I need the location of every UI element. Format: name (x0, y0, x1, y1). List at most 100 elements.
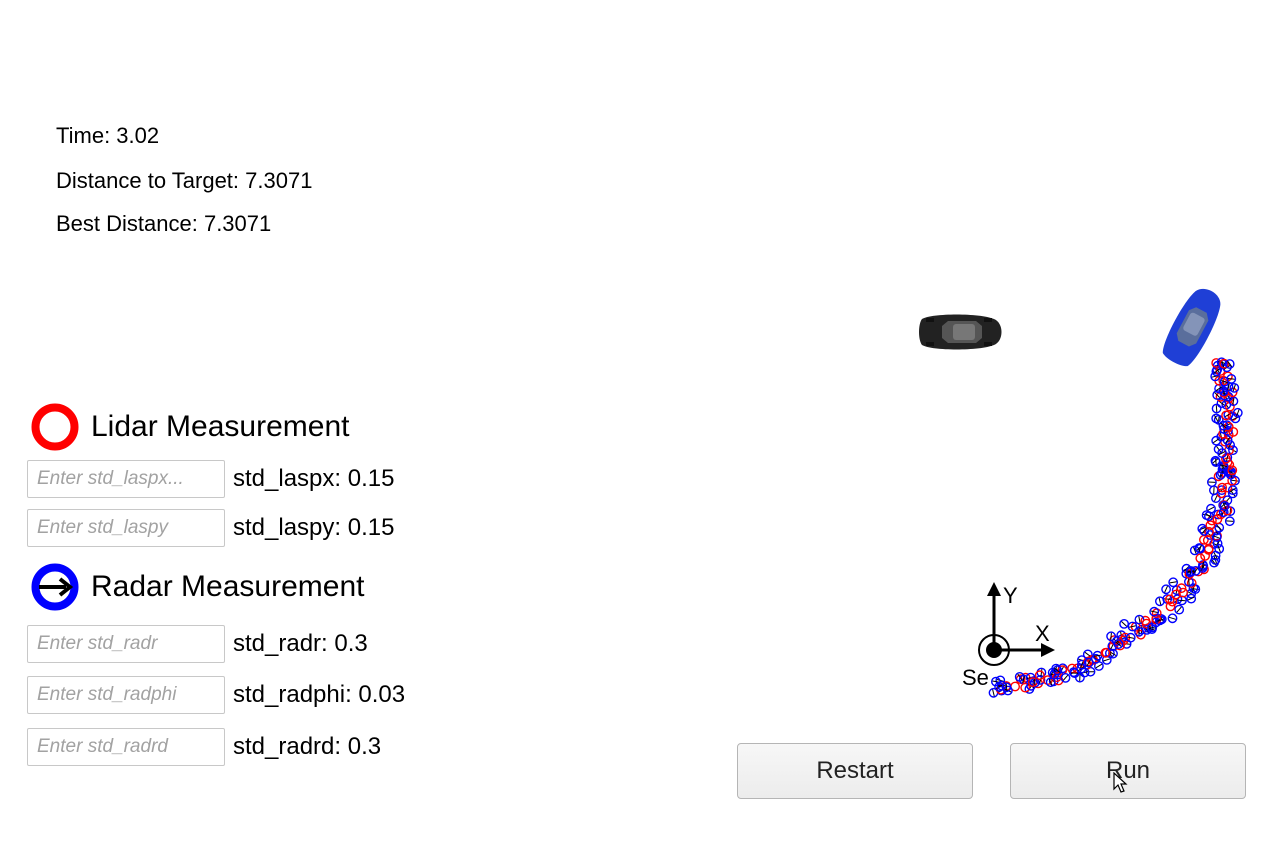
std-radr-input[interactable] (27, 625, 225, 663)
radar-marker (1003, 685, 1013, 696)
lidar-marker (1219, 358, 1230, 369)
radar-velocity-tick (1229, 487, 1236, 493)
radar-velocity-tick (1228, 471, 1233, 479)
lidar-marker (1165, 594, 1175, 605)
radar-heading: Radar Measurement (30, 561, 364, 613)
radar-marker (1217, 464, 1228, 475)
measurement-markers (988, 357, 1243, 698)
radar-velocity-tick (1228, 469, 1235, 475)
restart-button[interactable]: Restart (737, 743, 973, 799)
radar-velocity-tick (1187, 591, 1195, 596)
radar-velocity-tick (1157, 616, 1164, 622)
radar-marker (1172, 594, 1183, 605)
radar-velocity-tick (1138, 616, 1141, 624)
radar-marker (1190, 584, 1201, 594)
lidar-marker (1216, 509, 1226, 520)
radar-marker (1018, 674, 1029, 685)
lidar-title: Lidar Measurement (91, 410, 350, 443)
radar-velocity-tick (1220, 502, 1227, 508)
radar-velocity-tick (1200, 564, 1205, 572)
std-radphi-input[interactable] (27, 676, 225, 714)
radar-velocity-tick (1110, 642, 1115, 650)
radar-velocity-tick (1225, 427, 1231, 435)
radar-velocity-tick (1120, 631, 1123, 639)
radar-marker (1024, 684, 1035, 694)
radar-marker (1211, 366, 1222, 377)
std-radrd-input[interactable] (27, 728, 225, 766)
radar-velocity-tick (1224, 401, 1229, 408)
radar-marker (1177, 595, 1187, 606)
lidar-marker (1216, 488, 1227, 499)
lidar-marker (1001, 681, 1012, 691)
lidar-marker (1199, 534, 1209, 545)
lidar-marker (1135, 629, 1146, 640)
radar-marker (1216, 357, 1227, 368)
radar-velocity-tick (1053, 669, 1057, 677)
lidar-marker (1227, 411, 1238, 422)
radar-velocity-tick (1198, 545, 1202, 553)
radar-velocity-tick (1115, 641, 1122, 647)
radar-marker (1194, 543, 1205, 553)
target-car-icon (919, 314, 1002, 350)
radar-velocity-tick (1110, 632, 1112, 640)
radar-marker (1218, 359, 1228, 370)
radar-velocity-tick (1206, 532, 1214, 538)
std-laspx-input[interactable] (27, 460, 225, 498)
radar-marker (1045, 677, 1056, 688)
radar-marker (1213, 509, 1224, 520)
radar-velocity-tick (1148, 627, 1156, 631)
radar-marker (1230, 475, 1240, 486)
radar-marker (1076, 655, 1087, 665)
x-axis-arrowhead-icon (1041, 643, 1055, 657)
lidar-marker (1223, 421, 1234, 432)
radar-marker (991, 676, 1001, 687)
lidar-marker (1151, 608, 1162, 619)
radar-velocity-tick (1050, 678, 1057, 685)
radar-velocity-tick (1022, 675, 1025, 684)
radar-marker (1224, 516, 1235, 527)
radar-velocity-tick (1198, 527, 1206, 531)
radar-marker (1210, 555, 1221, 565)
radar-velocity-tick (1216, 446, 1222, 453)
radar-marker (1211, 493, 1221, 503)
lidar-marker (1211, 358, 1222, 368)
radar-velocity-tick (1107, 649, 1113, 657)
radar-marker (1217, 448, 1228, 458)
radar-velocity-tick (1229, 448, 1237, 453)
radar-velocity-tick (1123, 643, 1131, 645)
radar-marker (1113, 639, 1124, 649)
radar-velocity-tick (1078, 666, 1085, 672)
radar-velocity-tick (1210, 541, 1218, 546)
radar-velocity-tick (1176, 606, 1182, 613)
radar-velocity-tick (1168, 616, 1176, 620)
radar-marker (995, 675, 1006, 686)
radar-velocity-tick (1054, 665, 1058, 673)
radar-velocity-tick (1221, 509, 1227, 516)
radar-marker (1075, 672, 1085, 683)
radar-marker (1210, 371, 1221, 382)
radar-marker (1057, 663, 1068, 674)
radar-marker (1214, 544, 1225, 554)
radar-marker (1143, 623, 1154, 633)
radar-velocity-tick (1217, 545, 1221, 553)
radar-velocity-tick (1146, 624, 1152, 632)
radar-velocity-tick (1236, 409, 1240, 417)
radar-marker (1199, 526, 1210, 536)
radar-velocity-tick (1178, 599, 1186, 602)
radar-velocity-tick (1081, 671, 1089, 674)
radar-marker (1181, 563, 1192, 574)
field-row-std-radphi: std_radphi: 0.03 (27, 676, 405, 714)
radar-marker (1212, 360, 1223, 371)
radar-marker (1210, 455, 1221, 466)
radar-marker (1215, 469, 1226, 480)
radar-velocity-tick (1220, 433, 1223, 441)
std-laspy-input[interactable] (27, 509, 225, 547)
radar-velocity-tick (1150, 610, 1158, 613)
radar-marker (1213, 444, 1224, 455)
radar-marker (1218, 500, 1229, 511)
lidar-marker (1207, 515, 1217, 526)
lidar-marker (1053, 675, 1064, 686)
radar-marker (1116, 634, 1127, 645)
radar-velocity-tick (1152, 621, 1160, 623)
radar-velocity-tick (1174, 596, 1180, 603)
